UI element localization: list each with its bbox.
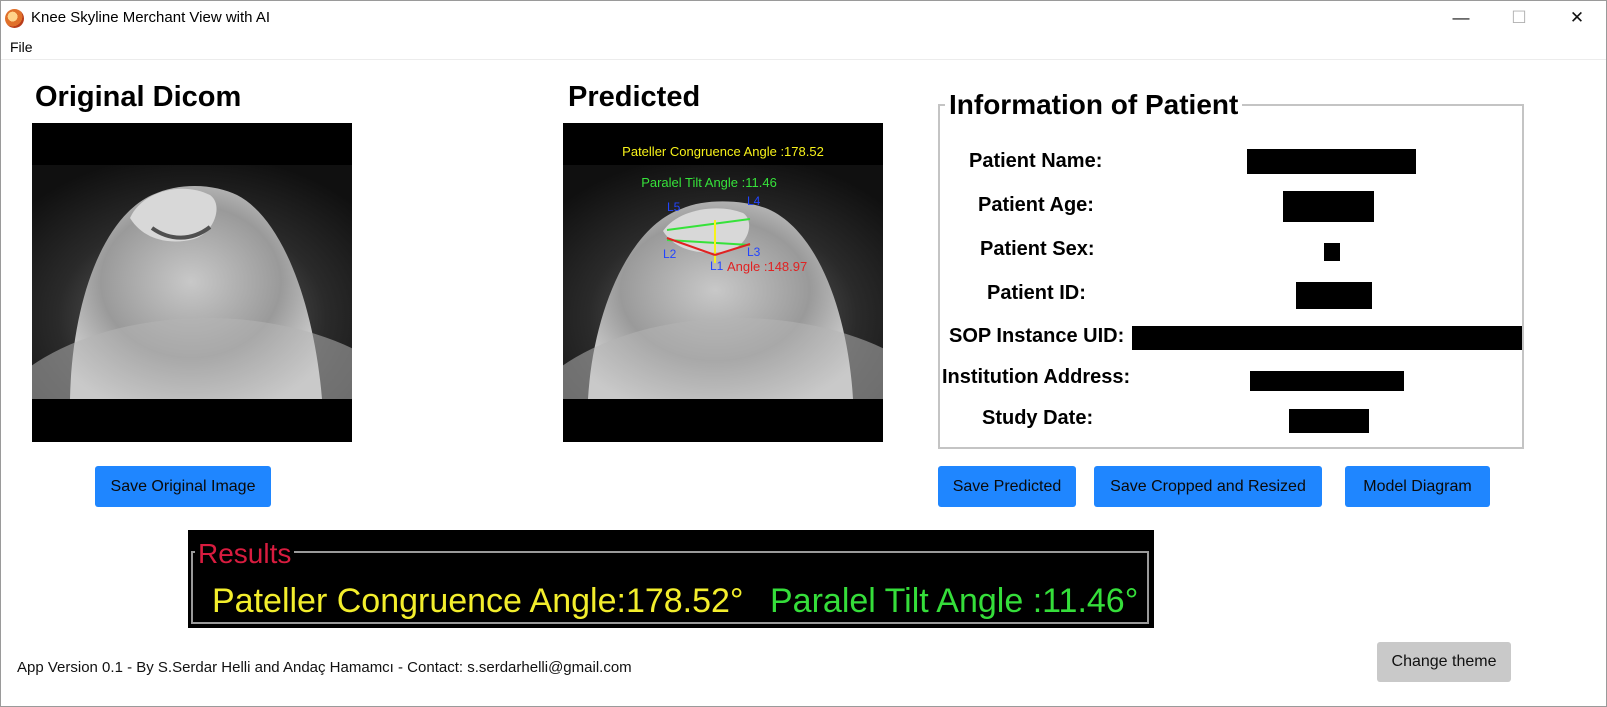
overlay-pta-text: Paralel Tilt Angle :11.46 (641, 175, 777, 190)
minimize-icon[interactable]: — (1432, 1, 1490, 35)
overlay-angle-text: Angle :148.97 (727, 259, 807, 274)
patient-sex-value (1324, 243, 1340, 261)
patient-sex-label: Patient Sex: (980, 238, 1095, 260)
patient-info-title: Information of Patient (945, 89, 1243, 121)
save-cropped-resized-button[interactable]: Save Cropped and Resized (1094, 466, 1322, 507)
results-pca-value: Pateller Congruence Angle:178.52° (212, 582, 744, 620)
save-original-image-button[interactable]: Save Original Image (95, 466, 271, 507)
save-predicted-button[interactable]: Save Predicted (938, 466, 1076, 507)
study-date-label: Study Date: (982, 407, 1094, 429)
app-icon (5, 9, 24, 28)
results-panel: Results Pateller Congruence Angle:178.52… (188, 530, 1154, 628)
institution-address-value (1250, 371, 1404, 391)
sop-instance-uid-label: SOP Instance UID: (949, 325, 1125, 347)
original-xray-graphic (32, 123, 352, 442)
overlay-label-l4: L4 (747, 194, 761, 208)
menu-bar: File (1, 35, 1606, 60)
overlay-label-l1: L1 (710, 259, 724, 273)
predicted-xray-image: Pateller Congruence Angle :178.52 Parale… (563, 123, 883, 442)
maximize-icon[interactable]: ☐ (1490, 1, 1548, 35)
change-theme-button[interactable]: Change theme (1377, 642, 1511, 682)
patient-name-value (1247, 149, 1416, 174)
study-date-value (1289, 409, 1369, 433)
predicted-title: Predicted (568, 81, 701, 113)
footer-app-version: App Version 0.1 - By S.Serdar Helli and … (17, 659, 632, 676)
patient-age-value (1283, 191, 1374, 222)
overlay-label-l2: L2 (663, 247, 677, 261)
patient-id-value (1296, 282, 1372, 309)
patient-name-label: Patient Name: (969, 150, 1103, 172)
original-dicom-title: Original Dicom (35, 81, 242, 113)
overlay-pca-text: Pateller Congruence Angle :178.52 (622, 144, 824, 159)
institution-address-label: Institution Address: (942, 366, 1131, 388)
predicted-xray-graphic: Pateller Congruence Angle :178.52 Parale… (563, 123, 883, 442)
model-diagram-button[interactable]: Model Diagram (1345, 466, 1490, 507)
menu-file[interactable]: File (10, 39, 33, 55)
overlay-label-l5: L5 (667, 200, 681, 214)
overlay-label-l3: L3 (747, 245, 761, 259)
patient-age-label: Patient Age: (978, 194, 1094, 216)
patient-id-label: Patient ID: (987, 282, 1086, 304)
window-title: Knee Skyline Merchant View with AI (31, 9, 271, 26)
title-bar: Knee Skyline Merchant View with AI — ☐ ✕ (1, 1, 1606, 35)
original-xray-image (32, 123, 352, 442)
sop-instance-uid-value (1132, 326, 1522, 350)
results-pta-value: Paralel Tilt Angle :11.46° (770, 582, 1139, 620)
results-title: Results (195, 538, 295, 570)
close-icon[interactable]: ✕ (1548, 1, 1606, 35)
